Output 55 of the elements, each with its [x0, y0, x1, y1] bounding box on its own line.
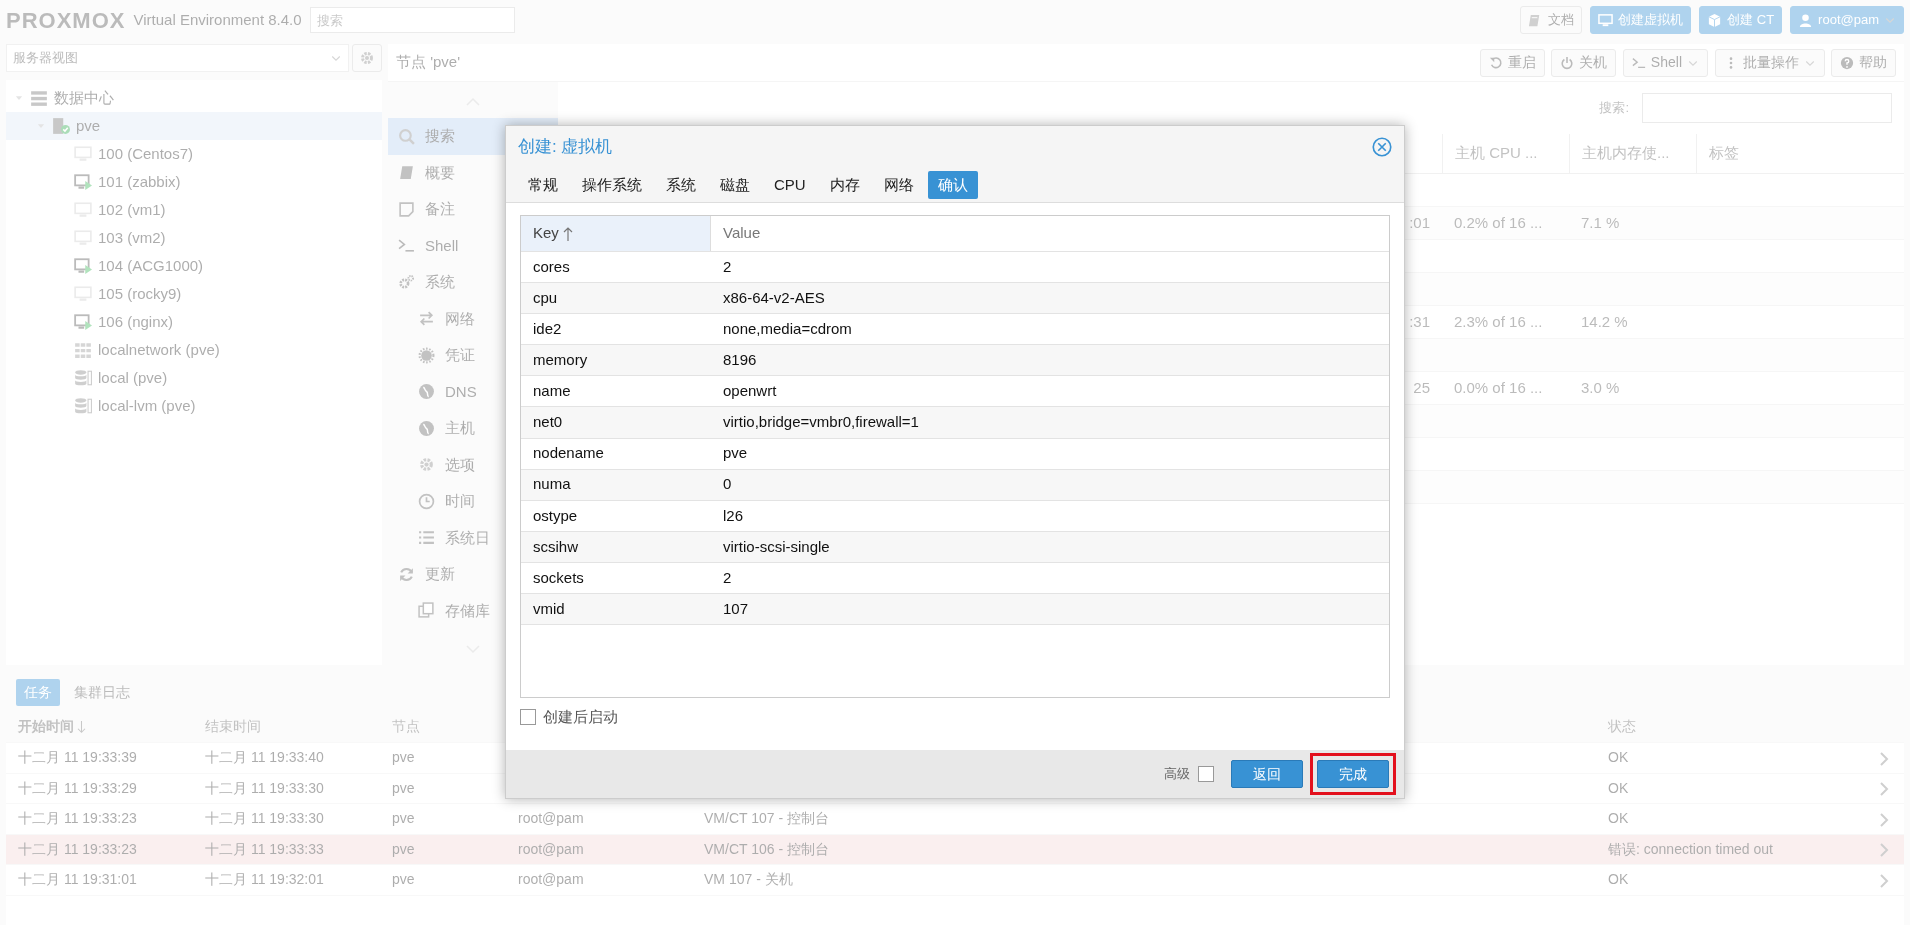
panel-title: 节点 'pve' — [396, 52, 461, 73]
table-cell: sockets — [533, 568, 584, 586]
table-cell: name — [533, 382, 571, 400]
table-cell: l26 — [723, 506, 744, 524]
table-cell: 8196 — [723, 351, 757, 369]
table-cell-text: 0.2% of 16 ... — [1454, 212, 1543, 233]
table-cell: pve — [392, 840, 415, 857]
table-cell: VM/CT 107 - 控制台 — [704, 810, 829, 827]
table-cell-text: 25 — [1413, 377, 1430, 398]
table-cell-text: 0.0% of 16 ... — [1454, 377, 1543, 398]
table-cell: OK — [1608, 749, 1629, 766]
table-cell: OK — [1608, 779, 1629, 796]
table-cell: numa — [533, 475, 571, 493]
table-cell: nodename — [533, 444, 604, 462]
table-cell: cores — [533, 257, 570, 275]
table-cell: 107 — [723, 599, 749, 617]
table-cell: virtio,bridge=vmbr0,firewall=1 — [723, 413, 919, 431]
table-cell-text: 2.3% of 16 ... — [1454, 311, 1543, 332]
table-cell: root@pam — [518, 871, 584, 888]
table-cell: root@pam — [518, 840, 584, 857]
table-cell-text: :31 — [1409, 311, 1430, 332]
table-cell: vmid — [533, 599, 565, 617]
table-cell: 错误: connection timed out — [1608, 840, 1773, 857]
table-cell: scsihw — [533, 537, 578, 555]
table-cell: pve — [392, 871, 415, 888]
search-label: 搜索: — [1599, 99, 1629, 118]
table-cell: ide2 — [533, 320, 562, 337]
table-cell: none,media=cdrom — [723, 320, 852, 337]
checkbox-label: 高级 — [1164, 765, 1190, 784]
table-cell: 2 — [723, 568, 732, 586]
table-cell: pve — [392, 749, 415, 766]
product-name: Virtual Environment 8.4.0 — [133, 9, 302, 30]
table-cell: cpu — [533, 288, 558, 306]
checkbox-label: 创建后启动 — [542, 707, 618, 727]
table-cell: pve — [392, 779, 415, 796]
table-cell-text: 7.1 % — [1581, 212, 1620, 233]
table-cell: net0 — [533, 413, 563, 431]
table-cell-text: 3.0 % — [1581, 377, 1620, 398]
table-cell: x86-64-v2-AES — [723, 288, 825, 306]
table-cell: OK — [1608, 810, 1629, 827]
logo: PROXMOX — [6, 6, 126, 35]
table-cell: openwrt — [723, 382, 777, 400]
table-cell: ostype — [533, 506, 578, 524]
table-cell: memory — [533, 351, 588, 369]
table-cell: 2 — [723, 257, 732, 275]
table-cell: root@pam — [518, 810, 584, 827]
table-cell: pve — [392, 810, 415, 827]
table-cell-text: 14.2 % — [1581, 311, 1628, 332]
table-cell: 0 — [723, 475, 732, 493]
table-cell: VM 107 - 关机 — [704, 871, 793, 888]
table-cell: pve — [723, 444, 748, 462]
table-cell: virtio-scsi-single — [723, 537, 830, 555]
table-cell: OK — [1608, 871, 1629, 888]
table-cell-text: :01 — [1409, 212, 1430, 233]
table-cell: VM/CT 106 - 控制台 — [704, 840, 829, 857]
